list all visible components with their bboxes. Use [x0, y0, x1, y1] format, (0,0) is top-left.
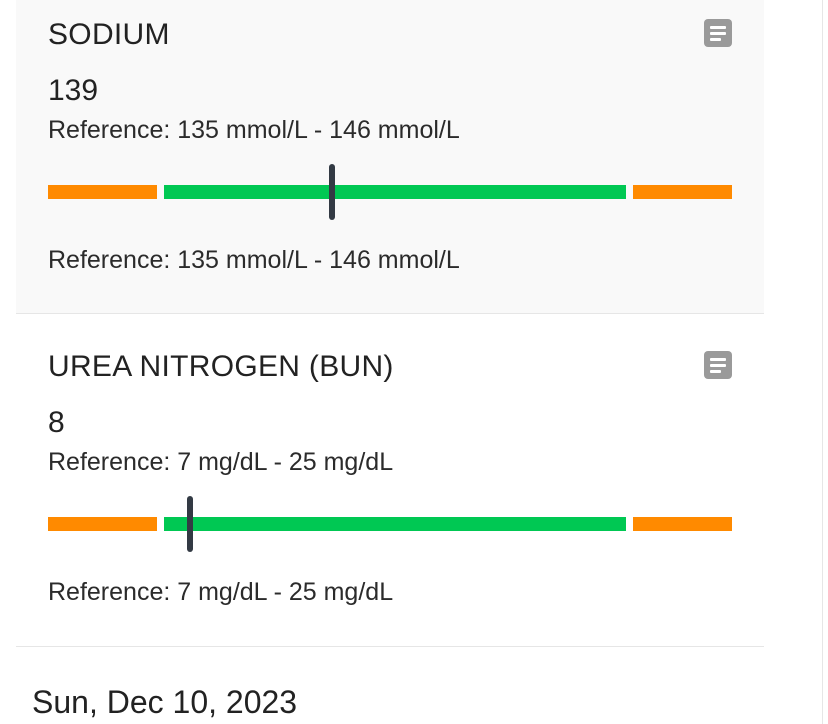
test-name: UREA NITROGEN (BUN) [48, 350, 394, 383]
value-marker [186, 496, 193, 552]
reference-range-footer: Reference: 135 mmol/L - 146 mmol/L [48, 246, 460, 274]
range-normal-segment [164, 185, 626, 199]
test-name: SODIUM [48, 18, 170, 51]
reference-range: Reference: 7 mg/dL - 25 mg/dL [48, 448, 394, 476]
range-low-segment [48, 517, 157, 531]
range-bar [48, 164, 732, 220]
range-low-segment [48, 185, 157, 199]
right-gutter [764, 0, 828, 724]
range-bar [48, 496, 732, 552]
value-marker [329, 164, 335, 220]
range-high-segment [633, 185, 732, 199]
result-card-sodium[interactable]: SODIUM 139 Reference: 135 mmol/L - 146 m… [16, 0, 764, 314]
document-icon[interactable] [704, 19, 732, 47]
result-value: 139 [48, 74, 99, 107]
range-normal-segment [164, 517, 626, 531]
reference-range: Reference: 135 mmol/L - 146 mmol/L [48, 116, 460, 144]
lab-results-page: SODIUM 139 Reference: 135 mmol/L - 146 m… [0, 0, 828, 724]
document-icon[interactable] [704, 351, 732, 379]
result-value: 8 [48, 406, 65, 439]
reference-range-footer: Reference: 7 mg/dL - 25 mg/dL [48, 578, 394, 606]
result-card-bun[interactable]: UREA NITROGEN (BUN) 8 Reference: 7 mg/dL… [16, 315, 764, 647]
date-header: Sun, Dec 10, 2023 [32, 684, 298, 720]
gutter-divider [822, 0, 823, 724]
range-high-segment [633, 517, 732, 531]
